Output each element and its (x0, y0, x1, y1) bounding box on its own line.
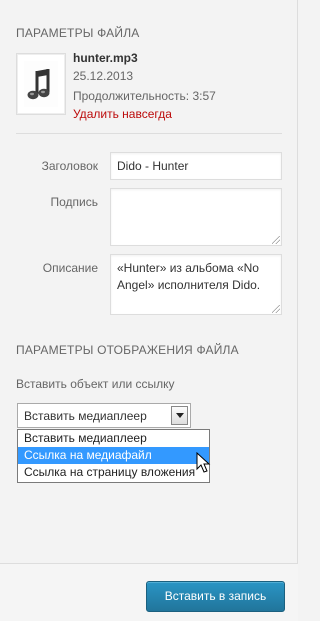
insert-into-post-button[interactable]: Вставить в запись (146, 581, 285, 612)
caption-textarea[interactable] (110, 188, 282, 246)
file-date: 25.12.2013 (73, 69, 134, 83)
description-label: Описание (42, 261, 98, 275)
dropdown-option-embed-player[interactable]: Вставить медиаплеер (18, 430, 209, 447)
title-label: Заголовок (41, 159, 98, 173)
attachment-details-heading: ПАРАМЕТРЫ ФАЙЛА (16, 26, 140, 40)
dropdown-option-link-attachment-page[interactable]: Ссылка на страницу вложения (18, 464, 209, 481)
file-length: Продолжительность: 3:57 (73, 89, 216, 103)
mouse-cursor-icon (196, 452, 211, 473)
embed-label: Вставить объект или ссылку (16, 377, 175, 391)
audio-file-icon (16, 53, 66, 115)
description-textarea[interactable]: «Hunter» из альбома «No Angel» исполните… (110, 254, 282, 315)
embed-select[interactable]: Вставить медиаплеер (17, 403, 191, 428)
title-input[interactable] (110, 152, 282, 180)
embed-dropdown-list: Вставить медиаплеер Ссылка на медиафайл … (17, 429, 210, 483)
divider (16, 133, 282, 134)
embed-select-value: Вставить медиаплеер (24, 408, 147, 423)
resize-grip-icon[interactable] (272, 236, 280, 244)
file-name: hunter.mp3 (73, 51, 138, 65)
chevron-down-icon[interactable] (171, 406, 188, 425)
dropdown-option-link-media-file[interactable]: Ссылка на медиафайл (18, 447, 209, 464)
resize-grip-icon[interactable] (272, 305, 280, 313)
delete-permanently-link[interactable]: Удалить навсегда (73, 107, 172, 121)
caption-label: Подпись (50, 195, 99, 209)
attachment-sidebar: ПАРАМЕТРЫ ФАЙЛА hunter.mp3 25.12.2013 Пр… (0, 0, 298, 621)
display-settings-heading: ПАРАМЕТРЫ ОТОБРАЖЕНИЯ ФАЙЛА (16, 343, 239, 357)
